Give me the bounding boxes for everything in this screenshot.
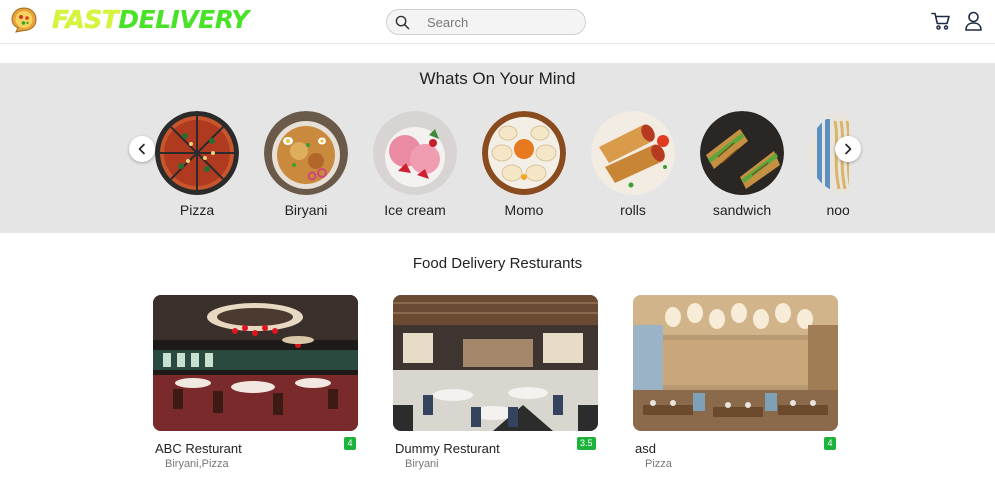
category-label: sandwich xyxy=(712,202,772,218)
restaurant-card[interactable]: asd Pizza 4 xyxy=(633,295,838,475)
restaurant-cuisine: Pizza xyxy=(645,458,672,470)
restaurant-name[interactable]: ABC Resturant xyxy=(155,441,242,456)
category-item-noodles[interactable]: noodles xyxy=(806,109,849,227)
rolls-image xyxy=(591,111,675,195)
cart-icon[interactable] xyxy=(931,11,951,31)
carousel-next-button[interactable] xyxy=(835,136,861,162)
section-title: Whats On Your Mind xyxy=(419,69,576,88)
category-item-sandwich[interactable]: sandwich xyxy=(697,109,787,227)
category-item-ice-cream[interactable]: Ice cream xyxy=(370,109,460,227)
category-carousel[interactable]: Pizza Biryani Ice cream Momo rolls sandw… xyxy=(152,109,849,227)
category-label: Pizza xyxy=(179,202,215,218)
category-item-biryani[interactable]: Biryani xyxy=(261,109,351,227)
logo-text-delivery: DELIVERY xyxy=(118,5,249,34)
restaurant-card[interactable]: ABC Resturant Biryani,Pizza 4 xyxy=(153,295,358,475)
restaurant-image[interactable] xyxy=(153,295,358,431)
restaurant-name[interactable]: asd xyxy=(635,441,656,456)
restaurant-card[interactable]: Dummy Resturant Biryani 3.5 xyxy=(393,295,598,475)
search-bar xyxy=(386,9,586,35)
user-icon[interactable] xyxy=(964,11,983,31)
search-icon[interactable] xyxy=(395,15,410,30)
biryani-image xyxy=(264,111,348,195)
restaurant-name[interactable]: Dummy Resturant xyxy=(395,441,500,456)
category-label: Ice cream xyxy=(384,202,446,218)
rating-badge: 4 xyxy=(824,437,836,450)
chevron-left-icon xyxy=(138,143,145,155)
ice-cream-image xyxy=(373,111,457,195)
carousel-prev-button[interactable] xyxy=(129,136,155,162)
pizza-chat-bubble-icon[interactable] xyxy=(11,7,37,33)
category-label: Biryani xyxy=(284,202,328,218)
restaurant-image[interactable] xyxy=(633,295,838,431)
momo-image xyxy=(482,111,566,195)
category-label: noodles xyxy=(826,202,849,218)
logo-text-fast: FAST xyxy=(52,5,119,34)
pizza-image xyxy=(155,111,239,195)
category-item-rolls[interactable]: rolls xyxy=(588,109,678,227)
category-item-momo[interactable]: Momo xyxy=(479,109,569,227)
category-label: Momo xyxy=(504,202,544,218)
sandwich-image xyxy=(700,111,784,195)
rating-badge: 4 xyxy=(344,437,356,450)
restaurant-cuisine: Biryani,Pizza xyxy=(165,458,229,470)
category-label: rolls xyxy=(620,202,646,218)
restaurants-section-title: Food Delivery Resturants xyxy=(412,255,583,272)
brand-logo[interactable]: FASTDELIVERY xyxy=(52,3,249,37)
search-input[interactable] xyxy=(427,13,577,31)
whats-on-your-mind-section: Whats On Your Mind Pizza Biryani Ice cre… xyxy=(0,63,995,233)
top-navbar: FASTDELIVERY xyxy=(0,0,995,44)
category-item-pizza[interactable]: Pizza xyxy=(152,109,242,227)
restaurant-image[interactable] xyxy=(393,295,598,431)
rating-badge: 3.5 xyxy=(577,437,596,450)
chevron-right-icon xyxy=(845,143,852,155)
restaurant-cuisine: Biryani xyxy=(405,458,439,470)
